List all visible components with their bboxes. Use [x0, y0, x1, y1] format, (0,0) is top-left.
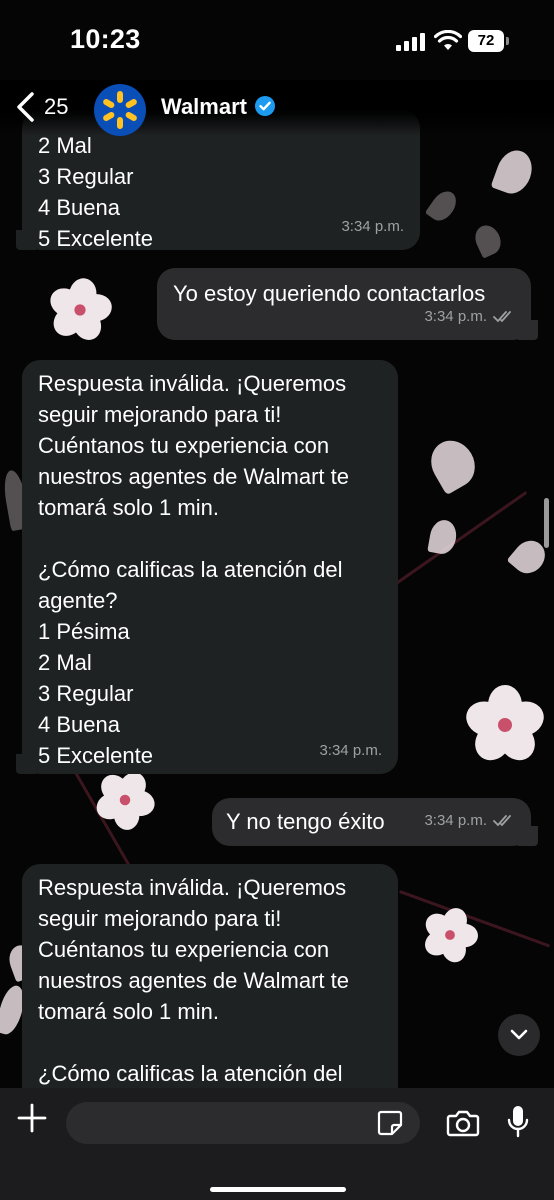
message-line: 4 Buena: [38, 195, 120, 220]
message-timestamp: 3:34 p.m.: [341, 218, 404, 235]
plus-icon[interactable]: [16, 1102, 48, 1134]
message-bubble-outgoing[interactable]: Y no tengo éxito 3:34 p.m.: [212, 798, 531, 846]
message-text: Y no tengo éxito: [226, 809, 385, 834]
avatar[interactable]: [94, 84, 146, 136]
scroll-down-icon: [510, 1029, 528, 1040]
battery-tip: [506, 37, 509, 45]
status-time: 10:23: [70, 24, 141, 54]
scrollbar[interactable]: [544, 498, 549, 548]
message-bubble-outgoing[interactable]: Yo estoy queriendo contactarlos 3:34 p.m…: [157, 268, 531, 340]
message-input[interactable]: [66, 1102, 420, 1144]
cellular-signal-icon: [396, 33, 428, 51]
verified-badge-icon: [255, 96, 275, 116]
scroll-down-button[interactable]: [498, 1014, 540, 1056]
message-timestamp: 3:34 p.m.: [424, 805, 515, 836]
message-text: 2 Mal 3 Regular 4 Buena 5 Excelente: [38, 130, 153, 254]
message-bubble-incoming[interactable]: Respuesta inválida. ¡Queremos seguir mej…: [22, 864, 398, 1124]
home-indicator[interactable]: [210, 1187, 346, 1192]
status-bar: 10:23 72: [0, 0, 554, 80]
message-line: 3 Regular: [38, 164, 134, 189]
unread-chats-count[interactable]: 25: [44, 94, 68, 120]
message-bubble-incoming[interactable]: Respuesta inválida. ¡Queremos seguir mej…: [22, 360, 398, 774]
read-ticks-icon: [493, 814, 511, 826]
mic-icon[interactable]: [506, 1104, 530, 1140]
message-timestamp: 3:34 p.m.: [424, 301, 515, 332]
wifi-icon: [434, 30, 462, 50]
message-text: Respuesta inválida. ¡Queremos seguir mej…: [38, 371, 350, 768]
read-ticks-icon: [493, 310, 511, 322]
battery-indicator: 72: [468, 30, 504, 52]
contact-name[interactable]: Walmart: [161, 94, 247, 120]
sticker-icon[interactable]: [376, 1109, 404, 1137]
camera-icon[interactable]: [446, 1108, 480, 1138]
back-chevron-icon[interactable]: [12, 90, 42, 124]
message-composer: [0, 1088, 554, 1200]
message-timestamp: 3:34 p.m.: [319, 742, 382, 759]
walmart-spark-icon: [103, 91, 137, 129]
message-line: 5 Excelente: [38, 226, 153, 251]
message-text: Respuesta inválida. ¡Queremos seguir mej…: [38, 875, 350, 1086]
chat-header: 25 Walmart: [0, 80, 554, 136]
